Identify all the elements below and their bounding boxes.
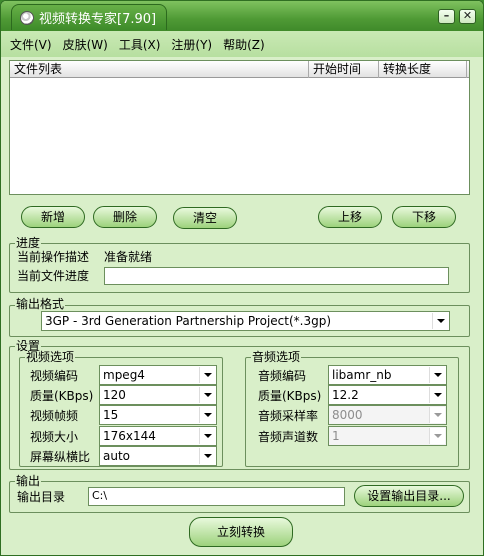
audio-channels-label: 音频声道数 bbox=[258, 430, 319, 444]
chevron-down-icon[interactable] bbox=[199, 407, 215, 423]
audio-options-label: 音频选项 bbox=[251, 350, 302, 364]
minimize-button[interactable]: – bbox=[438, 9, 455, 24]
progress-group-label: 进度 bbox=[15, 236, 42, 250]
audio-quality-value: 12.2 bbox=[332, 388, 359, 402]
video-size-label: 视频大小 bbox=[30, 430, 79, 444]
video-framerate-label: 视频帧频 bbox=[30, 409, 79, 423]
menu-bar: 文件(V) 皮肤(W) 工具(X) 注册(Y) 帮助(Z) bbox=[1, 31, 483, 57]
menu-tools[interactable]: 工具(X) bbox=[119, 36, 161, 53]
title-tab: 视频转换专家[7.90] bbox=[11, 4, 168, 30]
main-window: 视频转换专家[7.90] – ✕ 文件(V) 皮肤(W) 工具(X) 注册(Y)… bbox=[0, 0, 484, 556]
close-button[interactable]: ✕ bbox=[459, 9, 476, 24]
audio-samplerate-label: 音频采样率 bbox=[258, 409, 319, 423]
file-progress-bar bbox=[104, 267, 449, 285]
audio-samplerate-select: 8000 bbox=[328, 405, 447, 425]
output-dir-label: 输出目录 bbox=[17, 490, 66, 504]
file-list[interactable]: 文件列表 开始时间 转换长度 bbox=[9, 60, 470, 195]
chevron-down-icon[interactable] bbox=[432, 313, 448, 329]
column-convert-length[interactable]: 转换长度 bbox=[379, 61, 467, 78]
output-format-label: 输出格式 bbox=[15, 297, 66, 311]
video-framerate-select[interactable]: 15 bbox=[99, 405, 217, 425]
audio-codec-label: 音频编码 bbox=[258, 369, 307, 383]
audio-channels-value: 1 bbox=[332, 429, 340, 443]
chevron-down-icon bbox=[429, 428, 445, 444]
video-framerate-value: 15 bbox=[103, 408, 119, 422]
add-button[interactable]: 新增 bbox=[21, 206, 85, 228]
file-progress-label: 当前文件进度 bbox=[17, 269, 90, 283]
set-output-dir-button[interactable]: 设置输出目录... bbox=[354, 485, 464, 507]
chevron-down-icon[interactable] bbox=[199, 387, 215, 403]
output-dir-field[interactable]: C:\ bbox=[88, 487, 345, 506]
aspect-ratio-label: 屏幕纵横比 bbox=[30, 450, 91, 464]
aspect-ratio-select[interactable]: auto bbox=[99, 446, 217, 466]
audio-quality-label: 质量(KBps) bbox=[258, 389, 322, 403]
delete-button[interactable]: 删除 bbox=[93, 206, 157, 228]
file-list-header: 文件列表 开始时间 转换长度 bbox=[10, 61, 469, 78]
video-size-value: 176x144 bbox=[103, 429, 156, 443]
audio-codec-value: libamr_nb bbox=[332, 368, 392, 382]
op-desc-value: 准备就绪 bbox=[104, 250, 153, 264]
chevron-down-icon[interactable] bbox=[429, 367, 445, 383]
move-down-button[interactable]: 下移 bbox=[392, 206, 456, 228]
column-start-time[interactable]: 开始时间 bbox=[309, 61, 379, 78]
video-quality-value: 120 bbox=[103, 388, 126, 402]
column-file-list[interactable]: 文件列表 bbox=[10, 61, 309, 78]
menu-file[interactable]: 文件(V) bbox=[10, 36, 52, 53]
audio-quality-select[interactable]: 12.2 bbox=[328, 385, 447, 405]
chevron-down-icon[interactable] bbox=[199, 367, 215, 383]
audio-channels-select: 1 bbox=[328, 426, 447, 446]
video-quality-select[interactable]: 120 bbox=[99, 385, 217, 405]
clear-button[interactable]: 清空 bbox=[173, 207, 237, 229]
menu-skin[interactable]: 皮肤(W) bbox=[63, 36, 108, 53]
audio-samplerate-value: 8000 bbox=[332, 408, 363, 422]
video-codec-value: mpeg4 bbox=[103, 368, 145, 382]
app-disc-icon bbox=[20, 10, 34, 25]
menu-help[interactable]: 帮助(Z) bbox=[223, 36, 265, 53]
file-list-body[interactable] bbox=[10, 79, 469, 194]
chevron-down-icon[interactable] bbox=[429, 387, 445, 403]
chevron-down-icon bbox=[429, 407, 445, 423]
title-bar[interactable]: 视频转换专家[7.90] – ✕ bbox=[1, 1, 483, 31]
video-quality-label: 质量(KBps) bbox=[30, 389, 94, 403]
move-up-button[interactable]: 上移 bbox=[318, 206, 382, 228]
output-format-value: 3GP - 3rd Generation Partnership Project… bbox=[45, 314, 332, 328]
op-desc-label: 当前操作描述 bbox=[17, 250, 90, 264]
video-codec-label: 视频编码 bbox=[30, 369, 79, 383]
video-options-label: 视频选项 bbox=[25, 350, 76, 364]
convert-now-button[interactable]: 立刻转换 bbox=[189, 517, 293, 547]
chevron-down-icon[interactable] bbox=[199, 428, 215, 444]
audio-codec-select[interactable]: libamr_nb bbox=[328, 365, 447, 385]
chevron-down-icon[interactable] bbox=[199, 448, 215, 464]
menu-register[interactable]: 注册(Y) bbox=[171, 36, 212, 53]
output-format-select[interactable]: 3GP - 3rd Generation Partnership Project… bbox=[41, 311, 450, 331]
video-size-select[interactable]: 176x144 bbox=[99, 426, 217, 446]
video-codec-select[interactable]: mpeg4 bbox=[99, 365, 217, 385]
window-title: 视频转换专家[7.90] bbox=[39, 12, 157, 27]
aspect-ratio-value: auto bbox=[103, 449, 131, 463]
output-group-label: 输出 bbox=[15, 474, 42, 488]
